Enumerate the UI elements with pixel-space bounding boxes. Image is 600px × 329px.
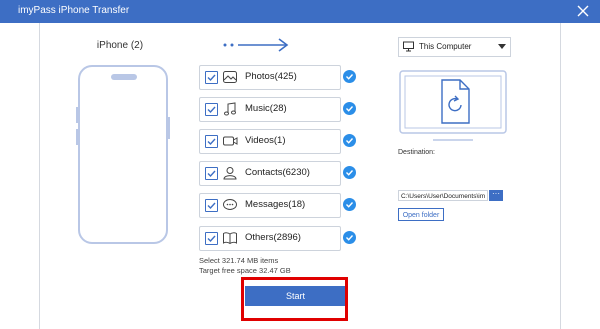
item-label: Videos(1): [245, 135, 286, 146]
check-circle-icon: [343, 166, 356, 179]
phone-outline-icon: [76, 65, 170, 244]
destination-device-select[interactable]: This Computer: [398, 37, 511, 57]
frame-border-left: [39, 23, 40, 329]
frame-border-right: [560, 23, 561, 329]
checkbox[interactable]: [205, 199, 218, 212]
highlight-box: [241, 277, 348, 321]
check-circle-icon: [343, 198, 356, 211]
item-label: Photos(425): [245, 71, 297, 82]
checkbox[interactable]: [205, 167, 218, 180]
destination-label: Destination:: [398, 149, 435, 156]
transfer-arrow-icon: [223, 38, 289, 52]
checkbox[interactable]: [205, 135, 218, 148]
check-circle-icon: [343, 102, 356, 115]
item-label: Messages(18): [245, 199, 306, 210]
item-row-videos[interactable]: Videos(1): [199, 129, 341, 154]
close-icon[interactable]: [574, 2, 592, 20]
check-circle-icon: [343, 231, 356, 244]
check-circle-icon: [343, 70, 356, 83]
item-label: Contacts(6230): [245, 167, 310, 178]
messages-icon: [223, 199, 237, 210]
chevron-down-icon: [498, 44, 506, 49]
contacts-icon: [223, 167, 237, 180]
window-title: imyPass iPhone Transfer: [18, 5, 130, 16]
item-row-music[interactable]: Music(28): [199, 97, 341, 122]
computer-icon: [403, 41, 414, 52]
destination-path-input[interactable]: C:\Users\User\Documents\im: [398, 190, 488, 201]
music-icon: [224, 102, 236, 116]
open-folder-button[interactable]: Open folder: [398, 208, 444, 221]
checkbox[interactable]: [205, 232, 218, 245]
item-row-messages[interactable]: Messages(18): [199, 193, 341, 218]
free-space-text: Target free space 32.47 GB: [199, 266, 291, 275]
item-label: Music(28): [245, 103, 287, 114]
item-row-others[interactable]: Others(2896): [199, 226, 341, 251]
item-label: Others(2896): [245, 232, 301, 243]
checkbox[interactable]: [205, 71, 218, 84]
source-device-label: iPhone (2): [96, 40, 144, 51]
selected-size-text: Select 321.74 MB items: [199, 256, 279, 265]
destination-device-label: This Computer: [419, 42, 472, 51]
checkbox[interactable]: [205, 103, 218, 116]
item-row-contacts[interactable]: Contacts(6230): [199, 161, 341, 186]
photo-icon: [223, 71, 237, 83]
item-row-photos[interactable]: Photos(425): [199, 65, 341, 90]
title-bar: imyPass iPhone Transfer: [0, 0, 600, 23]
computer-monitor-icon: [399, 70, 507, 141]
video-icon: [223, 136, 238, 146]
check-circle-icon: [343, 134, 356, 147]
book-icon: [223, 232, 237, 245]
browse-button[interactable]: ···: [489, 190, 503, 201]
